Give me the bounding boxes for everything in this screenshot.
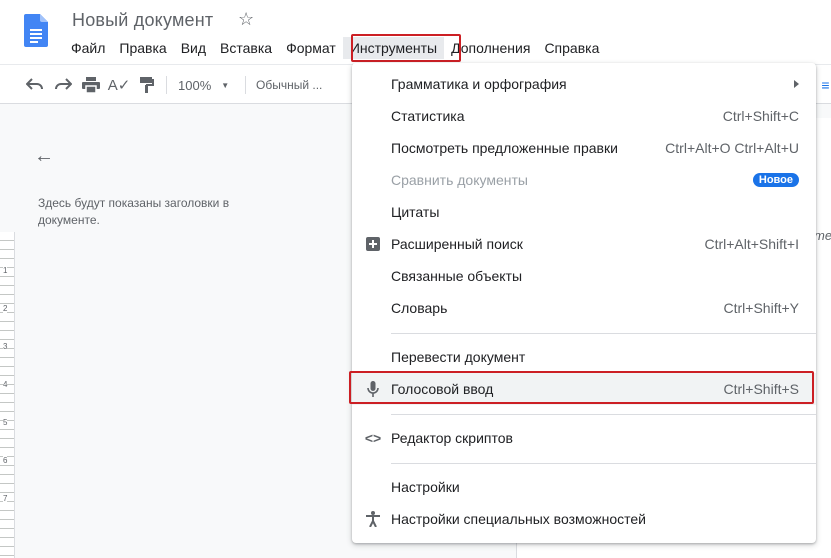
- menu-item-label: Расширенный поиск: [391, 236, 523, 252]
- shortcut-text: Ctrl+Alt+O Ctrl+Alt+U: [665, 140, 799, 156]
- menu-item-explore[interactable]: Расширенный поиск Ctrl+Alt+Shift+I: [352, 228, 816, 260]
- zoom-value: 100%: [178, 77, 212, 93]
- menu-item-label: Статистика: [391, 108, 465, 124]
- ruler-number: 2: [3, 304, 8, 313]
- menu-item-linked-objects[interactable]: Связанные объекты: [352, 260, 816, 292]
- menu-item-label: Настройки специальных возможностей: [391, 511, 647, 527]
- code-brackets-icon: <>: [364, 430, 382, 446]
- menu-item-label: Настройки: [391, 479, 460, 495]
- menu-item-citations[interactable]: Цитаты: [352, 196, 816, 228]
- menu-format[interactable]: Формат: [279, 37, 343, 59]
- redo-icon[interactable]: [52, 74, 74, 96]
- menu-help[interactable]: Справка: [537, 37, 606, 59]
- tools-menu-highlight: [351, 34, 461, 62]
- style-select[interactable]: Обычный ...: [256, 74, 348, 96]
- ruler-number: 4: [3, 380, 8, 389]
- menu-item-script-editor[interactable]: <> Редактор скриптов: [352, 422, 816, 454]
- menu-item-label: Связанные объекты: [391, 268, 523, 284]
- tools-dropdown-menu: Грамматика и орфография Статистика Ctrl+…: [352, 63, 816, 543]
- docs-logo-icon[interactable]: [24, 14, 48, 47]
- menu-item-review-suggestions[interactable]: Посмотреть предложенные правки Ctrl+Alt+…: [352, 132, 816, 164]
- paint-format-icon[interactable]: [136, 74, 158, 96]
- menu-insert[interactable]: Вставка: [213, 37, 279, 59]
- toolbar-divider: [166, 76, 167, 94]
- menu-item-dictionary[interactable]: Словарь Ctrl+Shift+Y: [352, 292, 816, 324]
- chevron-down-icon: ▼: [221, 80, 230, 90]
- ruler-number: 1: [3, 266, 8, 275]
- menu-bar: Файл Правка Вид Вставка Формат Инструмен…: [64, 37, 606, 59]
- submenu-arrow-icon: [794, 80, 799, 88]
- style-value: Обычный ...: [256, 78, 323, 92]
- menu-item-label: Сравнить документы: [391, 172, 528, 188]
- accessibility-icon: [364, 510, 382, 528]
- menu-view[interactable]: Вид: [174, 37, 213, 59]
- toolbar-divider: [245, 76, 246, 94]
- menu-file[interactable]: Файл: [64, 37, 112, 59]
- menu-separator: [391, 333, 816, 334]
- document-outline-panel: ← Здесь будут показаны заголовки в докум…: [18, 118, 268, 558]
- shortcut-text: Ctrl+Shift+C: [722, 108, 799, 124]
- menu-item-label: Словарь: [391, 300, 448, 316]
- ruler-number: 5: [3, 418, 8, 427]
- star-icon[interactable]: ☆: [238, 9, 254, 30]
- document-title[interactable]: Новый документ: [72, 10, 213, 31]
- document-text-fragment: me: [814, 228, 831, 243]
- menu-item-label: Цитаты: [391, 204, 440, 220]
- spellcheck-icon[interactable]: A✓: [108, 74, 131, 96]
- menu-item-label: Перевести документ: [391, 349, 526, 365]
- menu-item-label: Посмотреть предложенные правки: [391, 140, 618, 156]
- menu-separator: [391, 414, 816, 415]
- menu-item-grammar[interactable]: Грамматика и орфография: [352, 68, 816, 100]
- menu-item-label: Редактор скриптов: [391, 430, 513, 446]
- new-badge: Новое: [752, 173, 799, 187]
- back-arrow-icon[interactable]: ←: [34, 145, 54, 168]
- zoom-select[interactable]: 100% ▼: [178, 74, 238, 96]
- menu-item-translate[interactable]: Перевести документ: [352, 341, 816, 373]
- ruler-number: 3: [3, 342, 8, 351]
- shortcut-text: Ctrl+Shift+Y: [723, 300, 799, 316]
- ruler-number: 7: [3, 494, 8, 503]
- menu-item-label: Грамматика и орфография: [391, 76, 567, 92]
- outline-placeholder: Здесь будут показаны заголовки в докумен…: [38, 196, 230, 227]
- menu-edit[interactable]: Правка: [112, 37, 173, 59]
- menu-item-statistics[interactable]: Статистика Ctrl+Shift+C: [352, 100, 816, 132]
- voice-typing-highlight: [349, 371, 814, 404]
- print-icon[interactable]: [80, 74, 102, 96]
- explore-icon: [364, 235, 382, 253]
- menu-item-accessibility[interactable]: Настройки специальных возможностей: [352, 503, 816, 535]
- menu-item-preferences[interactable]: Настройки: [352, 471, 816, 503]
- align-left-icon[interactable]: ≡: [820, 74, 831, 96]
- shortcut-text: Ctrl+Alt+Shift+I: [704, 236, 799, 252]
- ruler-number: 6: [3, 456, 8, 465]
- vertical-ruler: 1 2 3 4 5 6 7: [0, 232, 15, 558]
- menu-item-compare-documents[interactable]: Сравнить документы Новое: [352, 164, 816, 196]
- undo-icon[interactable]: [24, 74, 46, 96]
- menu-separator: [391, 463, 816, 464]
